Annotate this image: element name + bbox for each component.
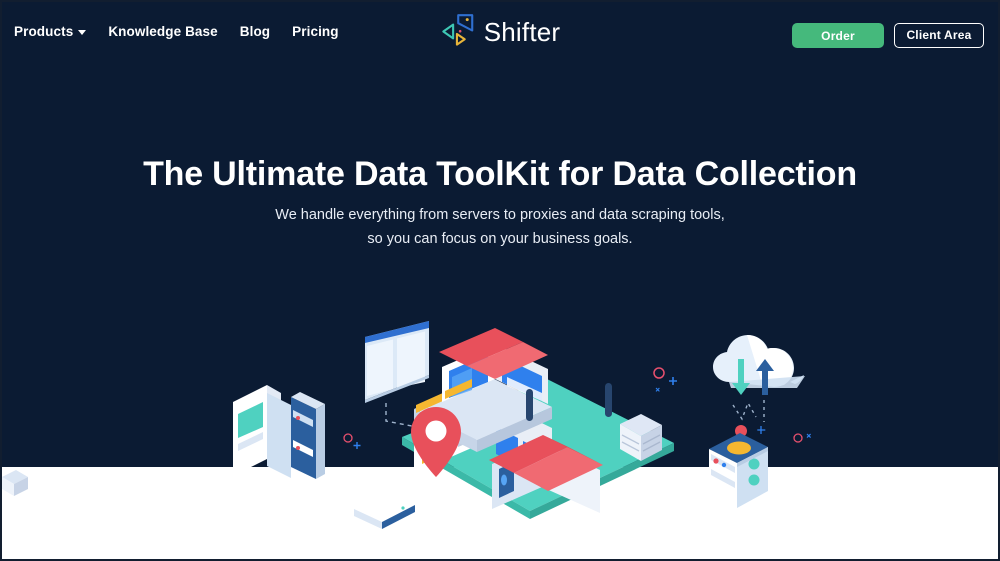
primary-nav-links: Products Knowledge Base Blog Pricing — [14, 24, 339, 39]
shifter-chevrons-logo-icon — [442, 14, 474, 46]
hero-subheadline-line-1: We handle everything from servers to pro… — [275, 207, 725, 224]
chevron-down-icon — [78, 30, 87, 35]
hero-subheadline-line-2: so you can focus on your business goals. — [367, 230, 633, 247]
hero-subheadline: We handle everything from servers to pro… — [2, 204, 998, 251]
nav-action-buttons: Order Client Area — [792, 23, 984, 48]
page-root: Products Knowledge Base Blog Pricing Shi… — [0, 0, 1000, 561]
hero-copy-block: The Ultimate Data ToolKit for Data Colle… — [2, 154, 998, 251]
nav-item-products[interactable]: Products — [14, 24, 87, 39]
cloud-sync — [713, 335, 805, 422]
hero-headline: The Ultimate Data ToolKit for Data Colle… — [143, 155, 857, 193]
hero-illustration — [2, 297, 998, 559]
nav-item-knowledge-base[interactable]: Knowledge Base — [108, 24, 217, 39]
wifi-router — [354, 469, 415, 529]
client-area-button[interactable]: Client Area — [894, 23, 984, 48]
site-logo[interactable]: Shifter — [440, 12, 561, 50]
nav-item-blog[interactable]: Blog — [240, 24, 270, 39]
nav-item-pricing[interactable]: Pricing — [292, 24, 338, 39]
ground-box-small — [2, 470, 28, 496]
order-button[interactable]: Order — [792, 23, 884, 48]
server-box-with-dish — [709, 425, 768, 508]
top-navigation-bar: Products Knowledge Base Blog Pricing Shi… — [2, 2, 998, 66]
server-kiosk — [233, 385, 325, 479]
site-logo-text: Shifter — [483, 17, 561, 47]
nav-item-products-label: Products — [14, 24, 74, 39]
browser-window-panel — [365, 321, 429, 403]
isometric-data-scene-svg — [2, 321, 812, 529]
